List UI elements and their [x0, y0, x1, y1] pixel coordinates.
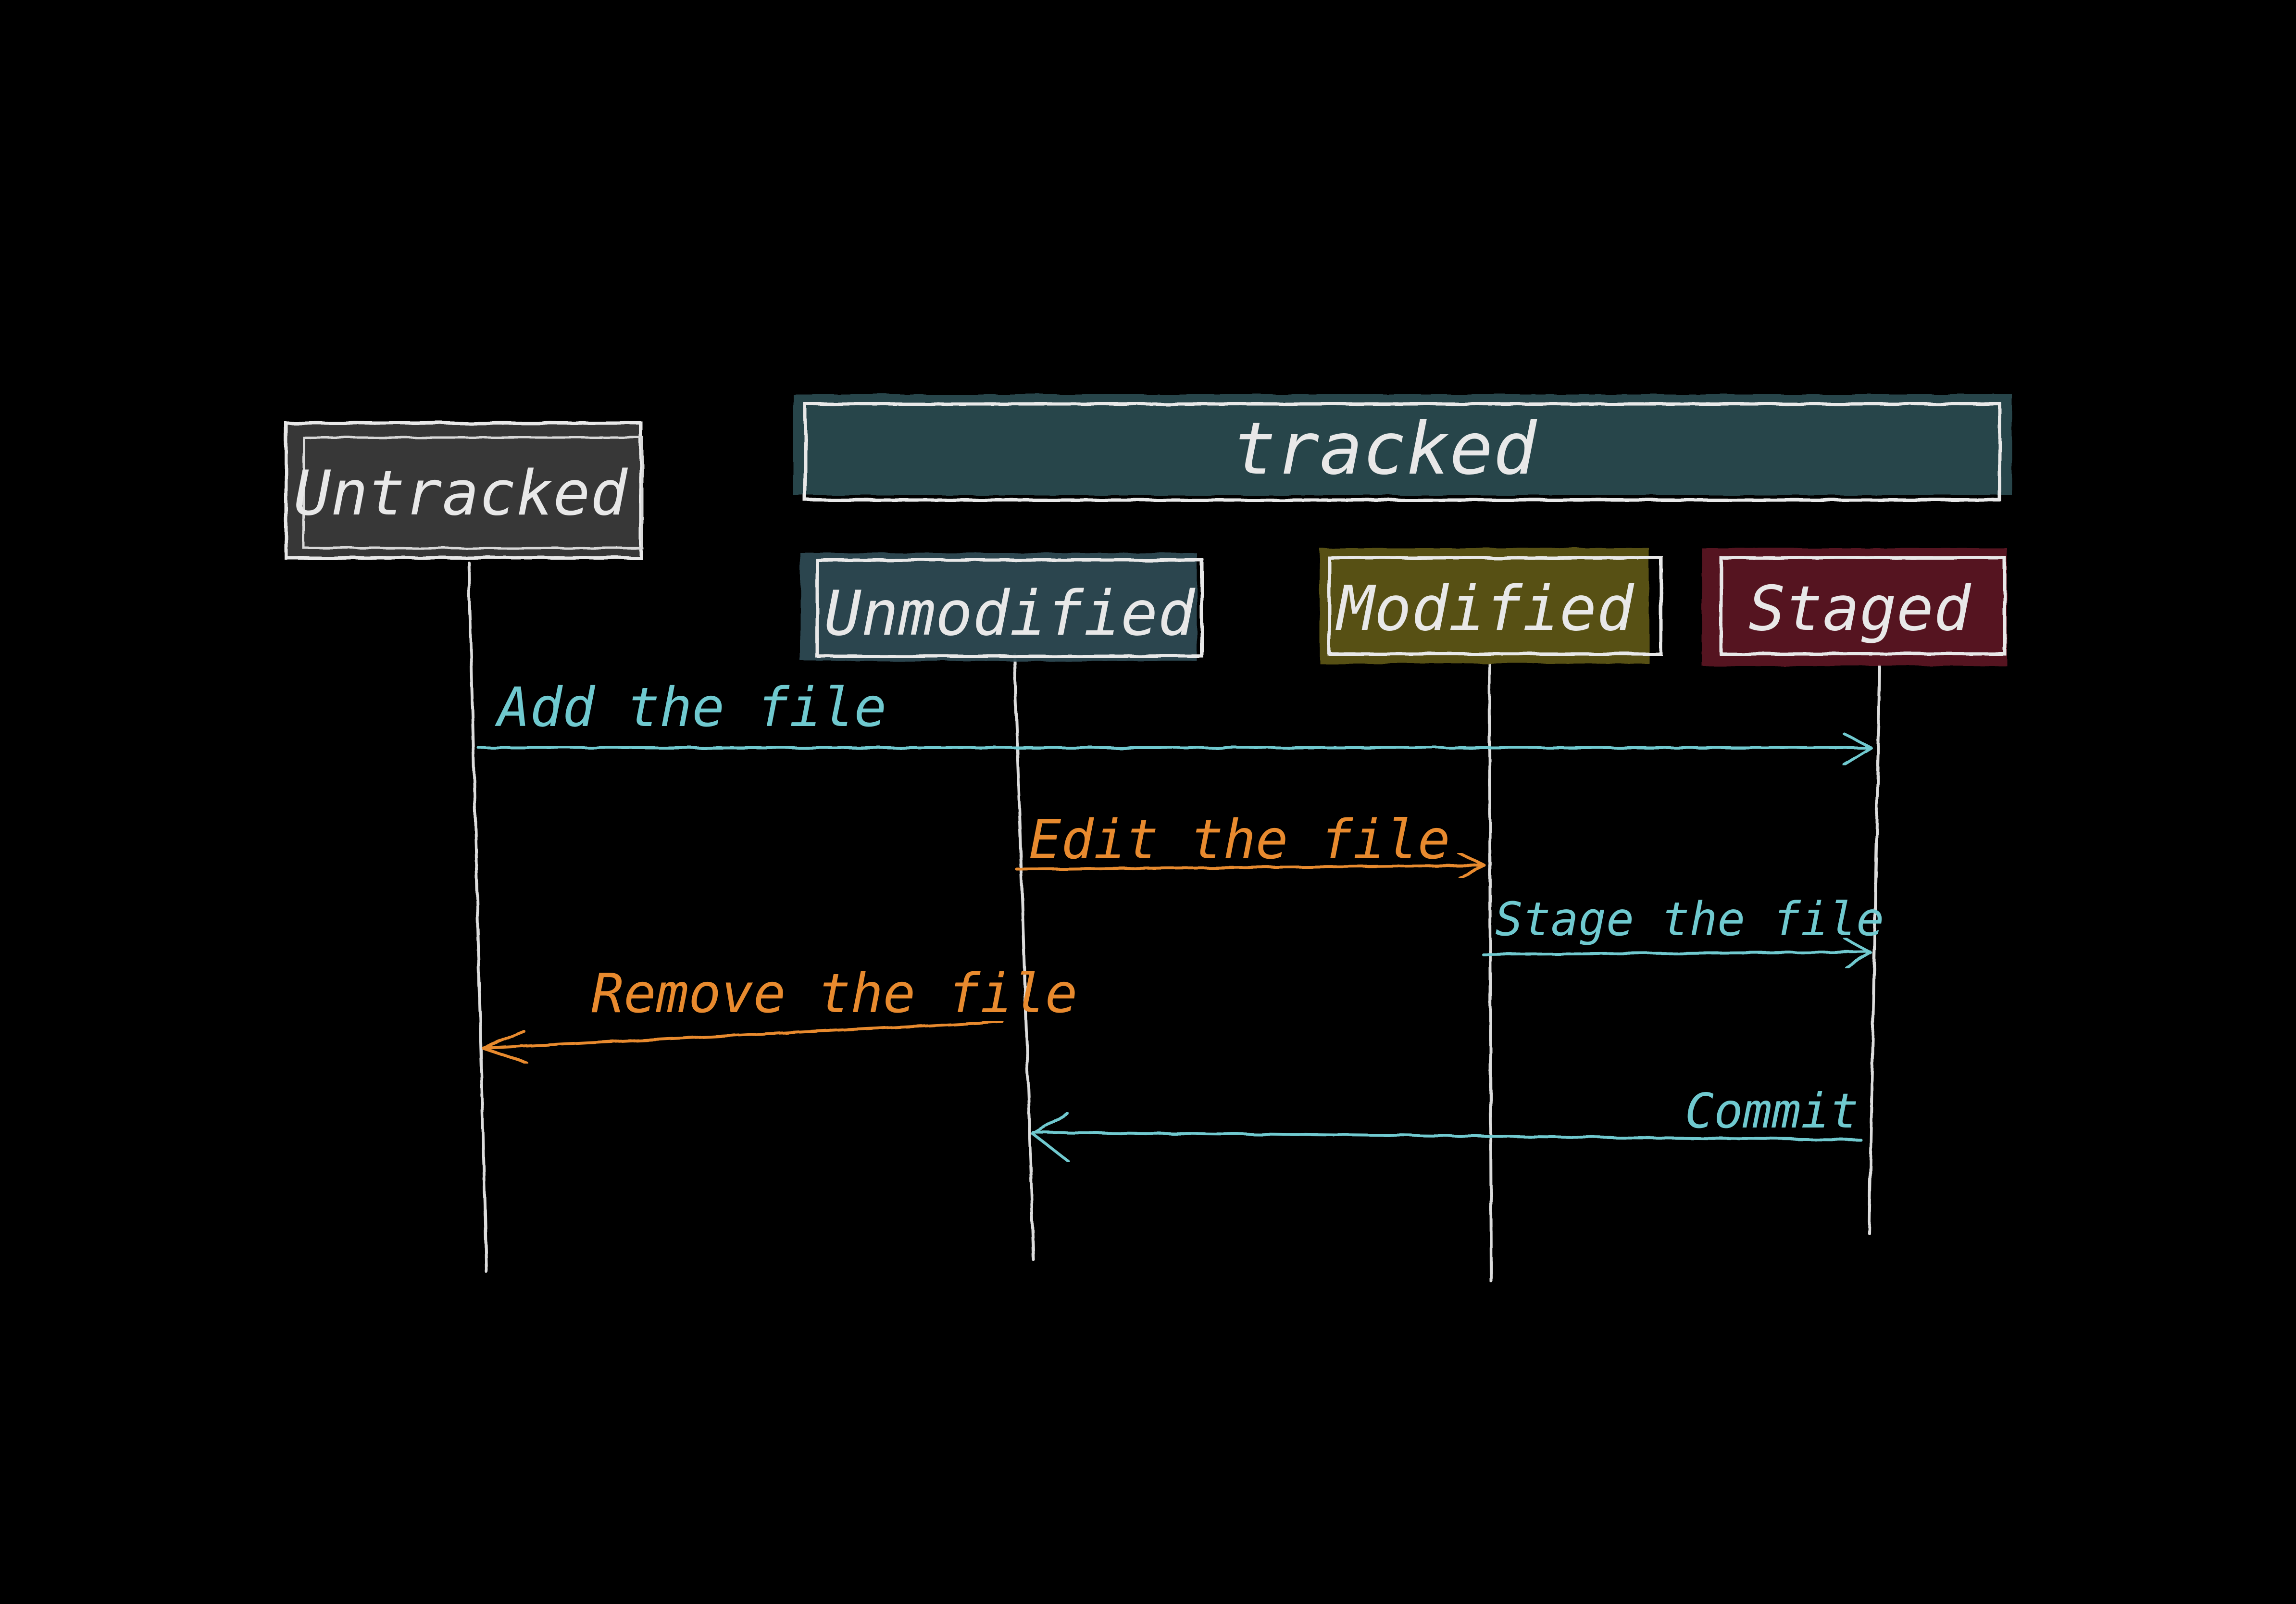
git-file-lifecycle-diagram: Untracked tracked Unmodified Modified St… — [0, 0, 2296, 1604]
unmodified-box: Unmodified — [800, 553, 1204, 661]
unmodified-label: Unmodified — [824, 578, 1196, 650]
modified-box: Modified — [1320, 548, 1663, 664]
label-remove-the-file: Remove the file — [591, 963, 1077, 1025]
label-add-the-file: Add the file — [495, 677, 886, 739]
untracked-box: Untracked — [284, 421, 644, 560]
untracked-label: Untracked — [294, 458, 628, 529]
label-edit-the-file: Edit the file — [1029, 809, 1450, 871]
tracked-label: tracked — [1233, 407, 1537, 491]
staged-box: Staged — [1702, 548, 2007, 666]
background — [0, 0, 2296, 1604]
label-stage-the-file: Stage the file — [1495, 892, 1884, 946]
tracked-group: tracked — [793, 394, 2012, 502]
staged-label: Staged — [1748, 573, 1972, 645]
label-commit: Commit — [1685, 1083, 1859, 1139]
lifeline-modified — [1488, 662, 1493, 1283]
modified-label: Modified — [1335, 573, 1635, 645]
